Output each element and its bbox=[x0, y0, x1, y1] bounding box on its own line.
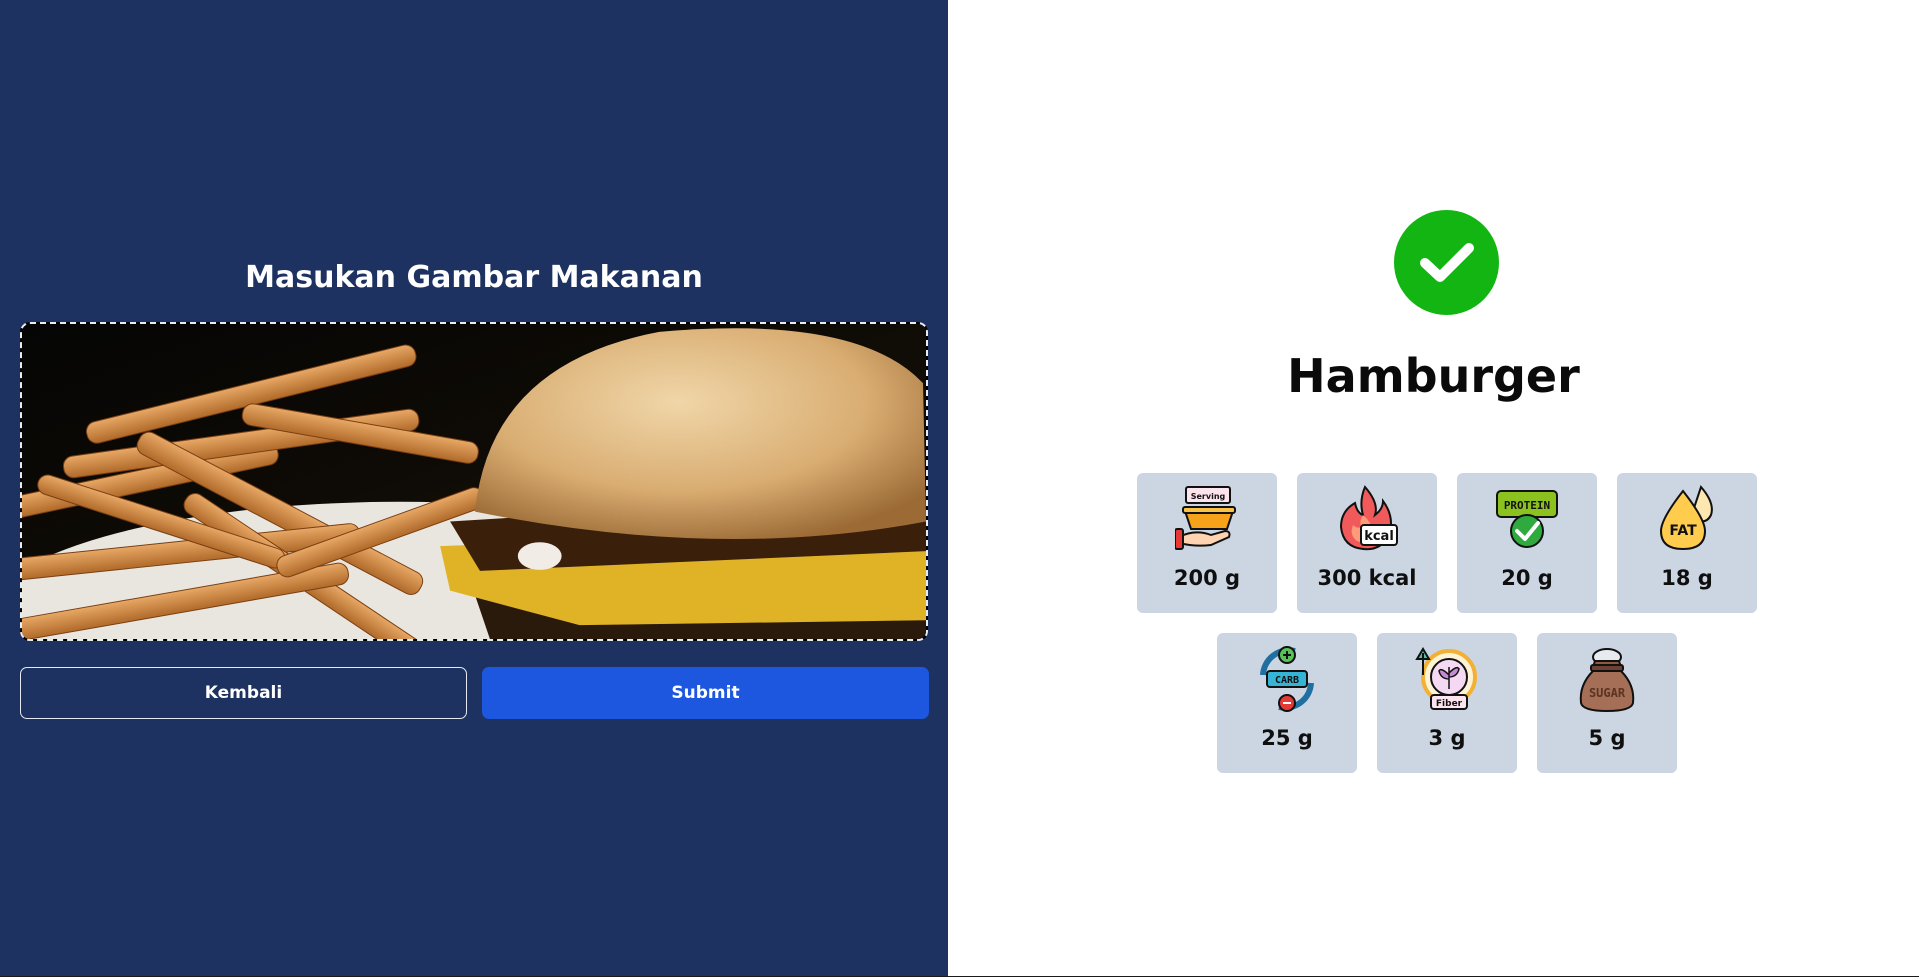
fat-drop-icon: FAT bbox=[1655, 485, 1719, 553]
svg-text:SUGAR: SUGAR bbox=[1589, 686, 1626, 700]
svg-text:FAT: FAT bbox=[1669, 523, 1697, 539]
nutrient-card-fiber: Fiber 3 g bbox=[1377, 633, 1517, 773]
svg-text:kcal: kcal bbox=[1364, 529, 1394, 544]
serving-icon: Serving bbox=[1174, 485, 1239, 553]
food-photo bbox=[22, 324, 926, 639]
check-circle-icon bbox=[1394, 210, 1499, 315]
nutrient-card-carbs: CARB 25 g bbox=[1217, 633, 1357, 773]
nutrient-card-sugar: SUGAR 5 g bbox=[1537, 633, 1677, 773]
svg-text:CARB: CARB bbox=[1275, 675, 1299, 686]
submit-button[interactable]: Submit bbox=[482, 667, 929, 719]
svg-text:Fiber: Fiber bbox=[1436, 699, 1463, 709]
sugar-sack-icon: SUGAR bbox=[1575, 645, 1639, 713]
svg-text:PROTEIN: PROTEIN bbox=[1504, 499, 1550, 512]
protein-icon: PROTEIN bbox=[1495, 485, 1559, 553]
food-name: Hamburger bbox=[1287, 349, 1580, 403]
nutrient-card-fat: FAT 18 g bbox=[1617, 473, 1757, 613]
nutrient-card-calories: kcal 300 kcal bbox=[1297, 473, 1437, 613]
upload-title: Masukan Gambar Makanan bbox=[245, 260, 703, 295]
svg-text:Serving: Serving bbox=[1191, 492, 1226, 501]
nutrient-value-serving: 200 g bbox=[1173, 566, 1241, 590]
nutrient-value-carbs: 25 g bbox=[1261, 726, 1313, 750]
nutrient-value-protein: 20 g bbox=[1501, 566, 1553, 590]
back-button[interactable]: Kembali bbox=[20, 667, 467, 719]
nutrient-value-fiber: 3 g bbox=[1428, 726, 1466, 750]
nutrient-card-protein: PROTEIN 20 g bbox=[1457, 473, 1597, 613]
upload-panel: Masukan Gambar Makanan Kembali Submit bbox=[0, 0, 948, 976]
nutrient-value-calories: 300 kcal bbox=[1317, 566, 1417, 590]
nutrient-value-sugar: 5 g bbox=[1588, 726, 1626, 750]
image-dropzone[interactable] bbox=[20, 322, 928, 641]
kcal-fire-icon: kcal bbox=[1335, 485, 1399, 553]
fiber-plant-icon: Fiber bbox=[1415, 645, 1479, 713]
carb-cycle-icon: CARB bbox=[1255, 645, 1319, 713]
nutrient-value-fat: 18 g bbox=[1661, 566, 1713, 590]
nutrient-card-serving: Serving 200 g bbox=[1137, 473, 1277, 613]
